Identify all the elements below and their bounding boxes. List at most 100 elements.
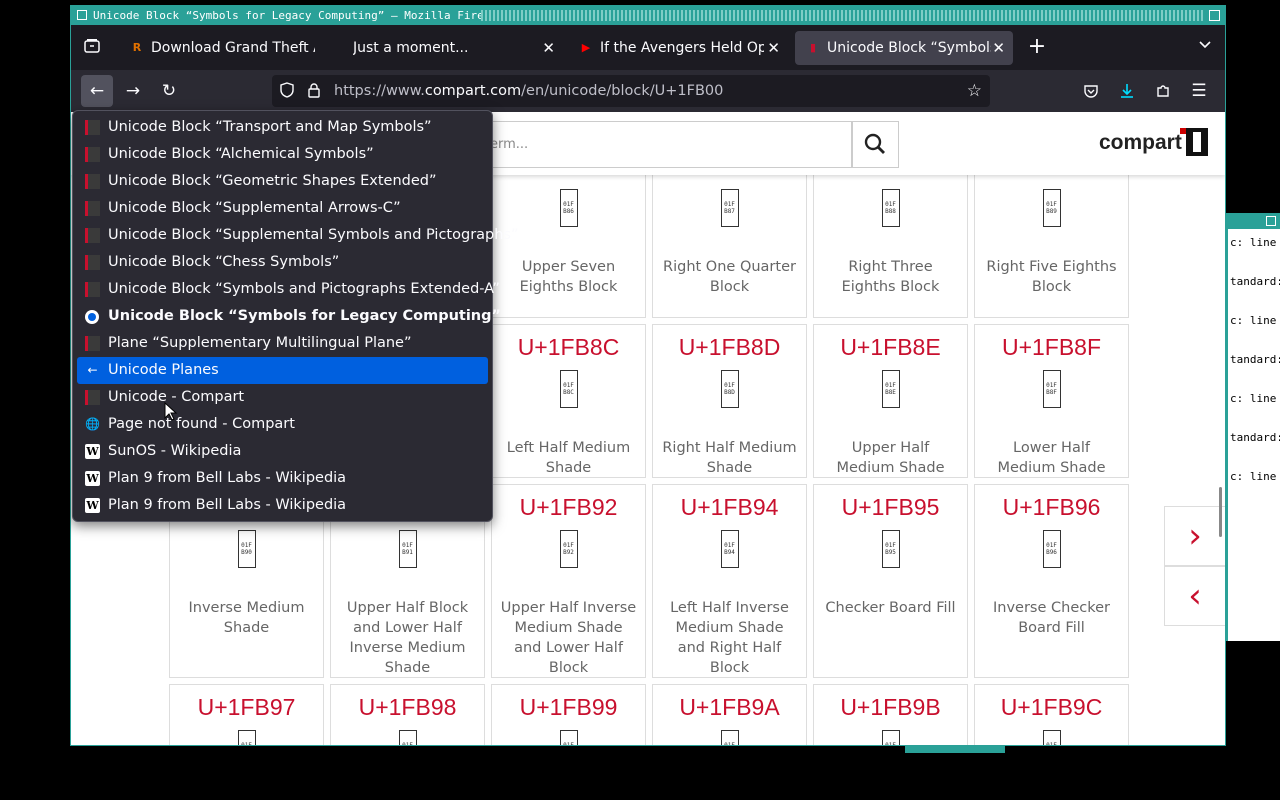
compart-favicon-icon [85,336,100,351]
terminal-output: c: line tandard: c: line tandard: c: line tan… [1228,229,1280,502]
back-button[interactable]: ← [81,75,113,107]
terminal-line: tandard: [1230,431,1280,444]
compart-favicon-icon [85,147,100,162]
character-cell[interactable]: U+1FB95 01F B95 Checker Board Fill [813,484,968,678]
glyph-placeholder: 01F B90 [237,530,256,568]
tab-3[interactable]: ▶ If the Avengers Held Open✕ [568,31,788,65]
code-point: U+1FB9B [840,694,941,720]
code-point: U+1FB97 [197,694,296,720]
current-page-radio-icon [85,310,99,324]
glyph-placeholder: 01F [881,730,900,745]
character-name: Right Half Medium Shade [662,440,797,476]
window-title: Unicode Block “Symbols for Legacy Comput… [93,9,504,22]
character-cell[interactable]: U+1FB94 01F B94 Left Half Inverse Medium S… [652,484,807,678]
lock-icon[interactable] [308,75,320,107]
character-name: Right Three Eighths Block [841,259,940,295]
history-item-label: Unicode Block “Symbols for Legacy Comput… [108,308,502,324]
history-item-label: Plane “Supplementary Multilingual Plane” [108,335,412,351]
character-name: Upper Half Block and Lower Half Inverse … [346,600,469,676]
character-name: Inverse Checker Board Fill [993,600,1110,636]
character-cell[interactable]: U+1FB8D 01F B8D Right Half Medium Shade [652,324,807,478]
glyph-placeholder: 01F B92 [559,530,578,568]
history-item[interactable]: Unicode Block “Supplemental Arrows-C” [77,195,488,222]
history-item[interactable]: Unicode Block “Supplemental Symbols and … [77,222,519,249]
history-item[interactable]: ← Unicode Planes [77,357,488,384]
history-item[interactable]: W Plan 9 from Bell Labs - Wikipedia [77,465,488,492]
new-tab-button[interactable]: + [1027,34,1047,59]
history-item[interactable]: Unicode Block “Chess Symbols” [77,249,488,276]
character-cell[interactable]: U+1FB8701F B87Right One Quarter Block [652,153,807,318]
maximize-button[interactable] [1209,10,1220,21]
history-item-label: Unicode Planes [108,362,219,378]
firefox-view-button[interactable] [79,37,105,59]
terminal-line: tandard: [1230,353,1280,366]
character-cell[interactable]: U+1FB8C 01F B8C Left Half Medium Shade [491,324,646,478]
compart-favicon-icon [85,255,100,270]
terminal-line: c: line [1230,314,1277,327]
glyph-placeholder: 01F [237,730,256,745]
tab-4[interactable]: ▮ Unicode Block “Symbols for Legacy Compu… [795,31,1013,65]
character-cell[interactable]: U+1FB8901F B89Right Five Eighths Block [974,153,1129,318]
app-menu-button[interactable]: ☰ [1183,75,1215,107]
reload-button[interactable]: ↻ [153,75,185,107]
character-cell[interactable]: U+1FB8E 01F B8E Upper Half Medium Shade [813,324,968,478]
history-item-label: Unicode Block “Supplemental Symbols and … [108,227,519,243]
history-item-label: Unicode Block “Symbols and Pictographs E… [108,281,500,297]
search-button[interactable] [851,121,899,168]
tab-1[interactable]: R Download Grand Theft Auto [119,31,339,65]
previous-page-button[interactable]: ‹ [1164,566,1225,626]
extensions-button[interactable] [1147,75,1179,107]
history-item[interactable]: Unicode - Compart [77,384,488,411]
character-cell[interactable]: U+1FB8F 01F B8F Lower Half Medium Shade [974,324,1129,478]
scrollbar-thumb[interactable] [1219,487,1222,537]
window-titlebar: Unicode Block “Symbols for Legacy Comput… [71,6,1225,25]
bookmark-star-icon[interactable]: ☆ [967,75,982,107]
close-tab-icon[interactable]: ✕ [992,31,1005,65]
character-cell[interactable]: U+1FB96 01F B96 Inverse Checker Board Fill [974,484,1129,678]
url-bar[interactable]: https://www.compart.com/en/unicode/block… [272,75,990,107]
character-cell[interactable]: U+1FB92 01F B92 Upper Half Inverse Medium … [491,484,646,678]
forward-button[interactable]: → [117,75,149,107]
history-item[interactable]: Unicode Block “Symbols and Pictographs E… [77,276,500,303]
glyph-placeholder: 01F [398,730,417,745]
character-cell[interactable]: U+1FB98 01F [330,684,485,745]
tab-2[interactable]: Just a moment... ✕ [343,31,563,65]
history-item[interactable]: Unicode Block “Geometric Shapes Extended… [77,168,488,195]
compart-logo[interactable]: compart [1099,128,1208,156]
character-cell[interactable]: U+1FB99 01F [491,684,646,745]
history-item[interactable]: Unicode Block “Transport and Map Symbols… [77,114,488,141]
tab-title: If the Avengers Held Open [600,40,764,56]
glyph-placeholder: 01F [720,730,739,745]
code-point: U+1FB95 [841,494,940,520]
close-tab-icon[interactable]: ✕ [542,31,555,65]
character-cell[interactable]: U+1FB9C 01F [974,684,1129,745]
history-item-label: Unicode Block “Supplemental Arrows-C” [108,200,401,216]
history-item[interactable]: W SunOS - Wikipedia [77,438,488,465]
history-item[interactable]: 🌐 Page not found - Compart [77,411,488,438]
history-item[interactable]: Plane “Supplementary Multilingual Plane” [77,330,488,357]
tab-title: Just a moment... [353,40,469,56]
history-item-label: Plan 9 from Bell Labs - Wikipedia [108,470,347,486]
downloads-button[interactable] [1111,75,1143,107]
search-input[interactable]: erm... [481,121,853,168]
close-tab-icon[interactable]: ✕ [767,31,780,65]
background-terminal-window[interactable]: c: line tandard: c: line tandard: c: line tan… [1226,213,1280,641]
tab-title: Download Grand Theft Auto [151,40,315,56]
character-cell[interactable]: U+1FB9A 01F [652,684,807,745]
background-window-strip [905,745,1005,753]
url-domain: compart.com [424,83,522,99]
list-all-tabs-button[interactable] [1195,37,1215,56]
pocket-button[interactable] [1075,75,1107,107]
character-cell[interactable]: U+1FB97 01F [169,684,324,745]
maximize-icon [1266,216,1276,226]
code-point: U+1FB8F [1001,334,1102,360]
shield-icon[interactable] [280,75,294,107]
history-item[interactable]: W Plan 9 from Bell Labs - Wikipedia [77,492,488,519]
next-page-button[interactable]: › [1164,506,1225,566]
titlebar-drag-area[interactable] [481,10,1203,21]
history-item[interactable]: Unicode Block “Symbols for Legacy Comput… [77,303,501,330]
character-cell[interactable]: U+1FB9B 01F [813,684,968,745]
history-item[interactable]: Unicode Block “Alchemical Symbols” [77,141,488,168]
character-cell[interactable]: U+1FB8801F B88Right Three Eighths Block [813,153,968,318]
logo-text: compart [1099,131,1182,154]
